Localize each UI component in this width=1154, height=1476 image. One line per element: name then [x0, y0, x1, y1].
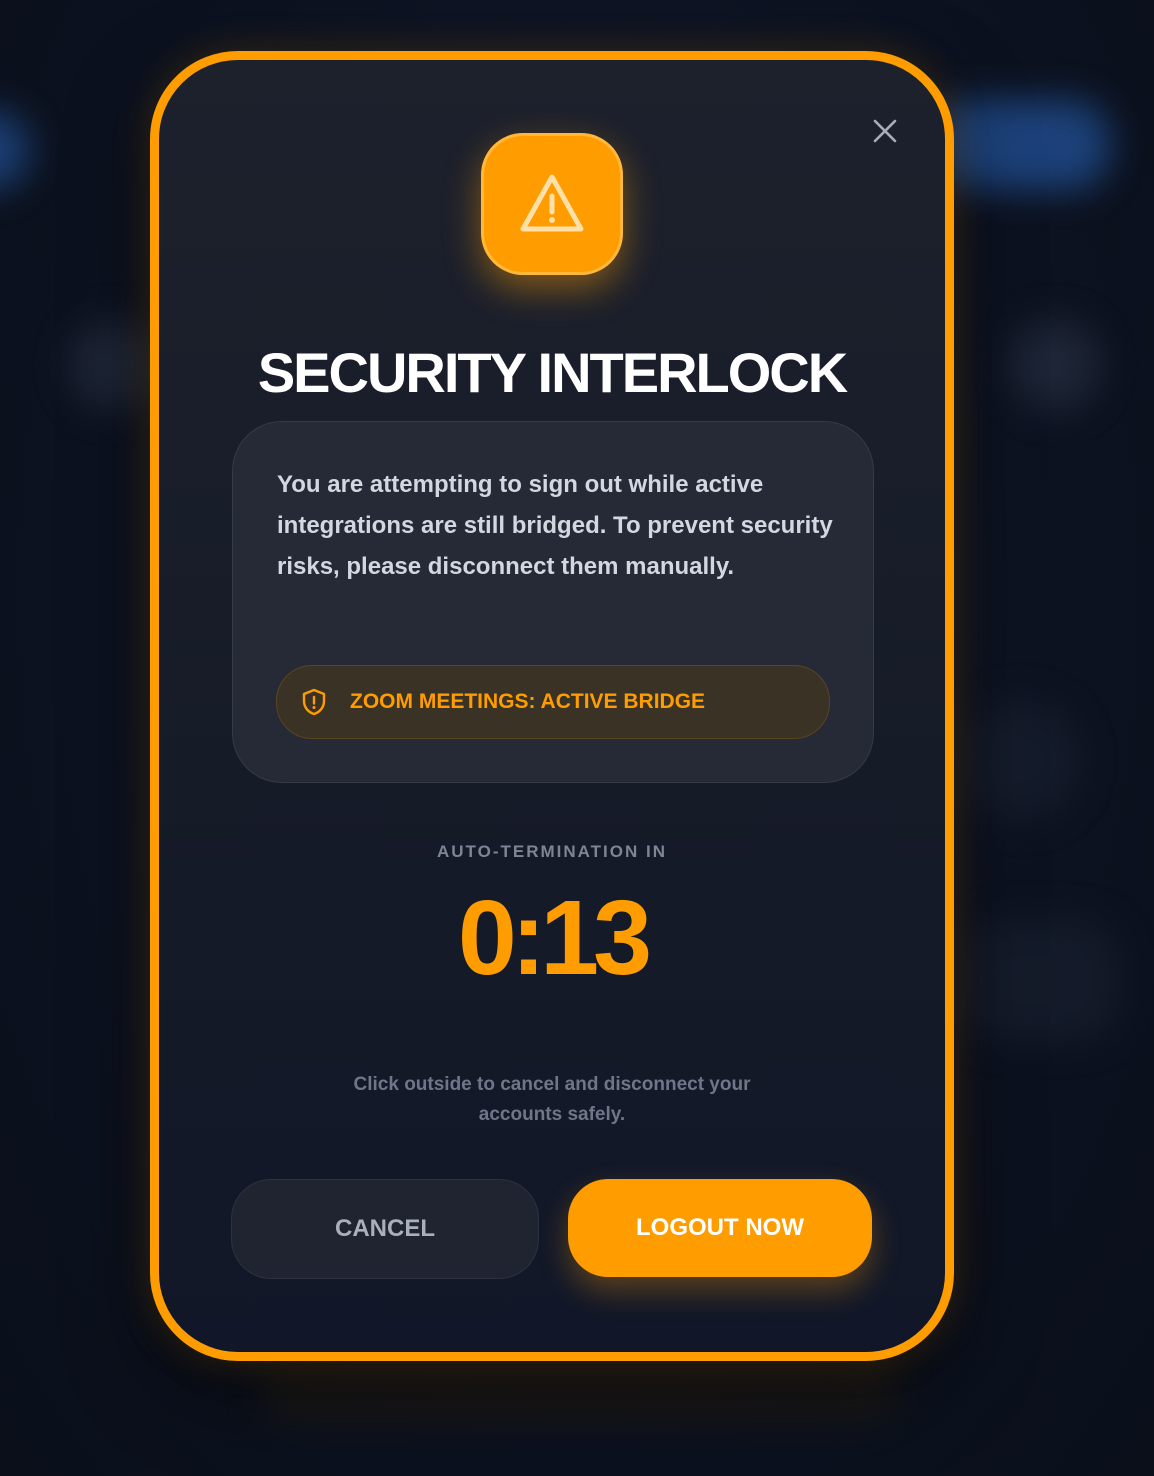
- dialog-title: SECURITY INTERLOCK: [257, 341, 848, 404]
- shield-alert-icon: [302, 688, 326, 716]
- background-blur-blob-right-2: [960, 700, 1080, 820]
- cancel-button[interactable]: CANCEL: [231, 1179, 539, 1279]
- background-blur-pill-right: [930, 100, 1110, 190]
- background-blur-glow-bottom: [260, 1360, 900, 1420]
- security-interlock-dialog: SECURITY INTERLOCK You are attempting to…: [150, 51, 954, 1361]
- background-blur-blob-right-3: [960, 920, 1120, 1040]
- cancel-hint: Click outside to cancel and disconnect y…: [353, 1074, 751, 1125]
- info-panel: You are attempting to sign out while act…: [232, 421, 874, 783]
- dialog-message: You are attempting to sign out while act…: [277, 471, 833, 580]
- background-blur-blob-right: [1010, 320, 1100, 410]
- logout-now-button[interactable]: LOGOUT NOW: [568, 1179, 872, 1277]
- warning-badge: [481, 133, 623, 275]
- background-blur-blob-left: [70, 320, 160, 410]
- integration-status-label: ZOOM MEETINGS: ACTIVE BRIDGE: [350, 690, 706, 713]
- countdown-timer: 0:13: [457, 879, 652, 997]
- integration-status-badge: ZOOM MEETINGS: ACTIVE BRIDGE: [276, 665, 830, 739]
- close-button[interactable]: [870, 116, 900, 146]
- countdown-label: AUTO-TERMINATION IN: [436, 842, 668, 861]
- background-blur-pill-left: [0, 110, 30, 190]
- warning-triangle-icon: [520, 174, 584, 232]
- close-icon: [873, 119, 897, 143]
